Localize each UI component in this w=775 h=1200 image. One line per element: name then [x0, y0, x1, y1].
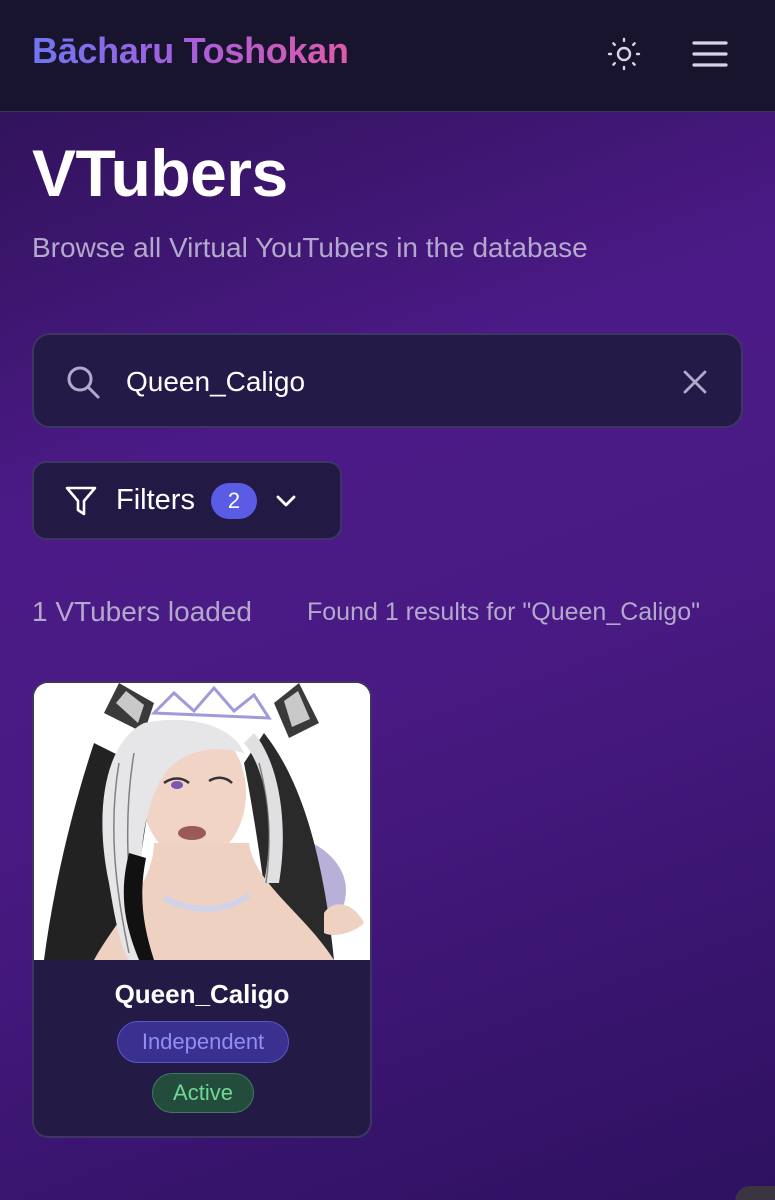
chevron-down-icon: [276, 495, 296, 506]
vtuber-name[interactable]: Queen_Caligo: [34, 979, 370, 1010]
avatar-illustration: [34, 683, 370, 960]
funnel-icon: [65, 486, 97, 515]
search-bar[interactable]: [32, 333, 743, 428]
menu-button[interactable]: [688, 34, 732, 74]
vtuber-avatar-image: [34, 683, 370, 960]
close-icon: [683, 370, 707, 394]
search-icon: [67, 366, 100, 399]
filters-count-badge: 2: [210, 482, 257, 519]
page-title: VTubers: [32, 136, 288, 210]
loaded-count: 1 VTubers loaded: [32, 596, 252, 627]
hamburger-menu-icon: [692, 41, 728, 67]
top-bar: Bācharu Toshokan: [0, 0, 775, 112]
theme-toggle-button[interactable]: [604, 34, 644, 74]
clear-search-button[interactable]: [678, 365, 712, 399]
results-summary: Found 1 results for "Queen_Caligo": [307, 598, 700, 626]
page-subtitle: Browse all Virtual YouTubers in the data…: [32, 232, 588, 263]
filters-label: Filters: [116, 484, 195, 516]
scroll-indicator[interactable]: [735, 1186, 775, 1200]
sun-icon: [607, 37, 641, 71]
search-input[interactable]: [126, 357, 646, 407]
brand-logo[interactable]: Bācharu Toshokan: [32, 30, 349, 72]
vtuber-card[interactable]: Queen_Caligo Independent Active: [32, 681, 372, 1138]
status-badge: Active: [152, 1073, 254, 1113]
organization-badge: Independent: [117, 1021, 289, 1063]
filters-button[interactable]: Filters 2: [32, 461, 342, 540]
